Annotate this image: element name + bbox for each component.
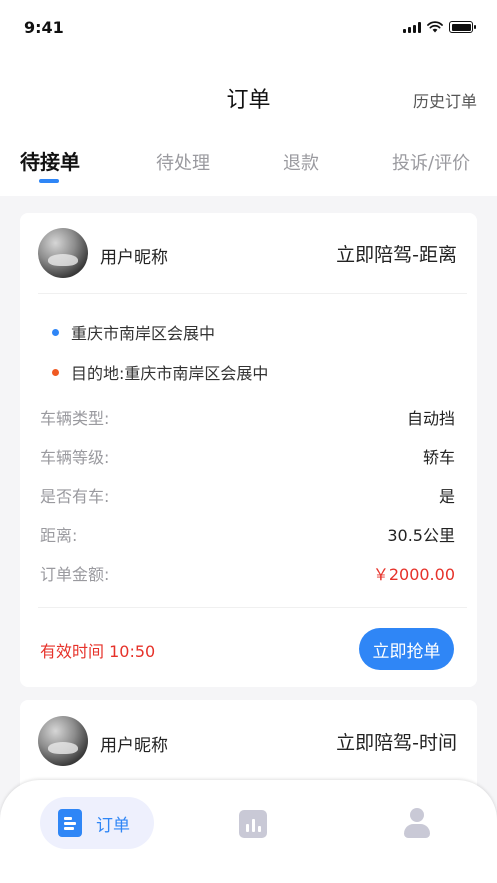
detail-label: 车辆等级: (40, 448, 110, 467)
divider (38, 293, 467, 294)
status-bar: 9:41 (0, 0, 497, 58)
user-nickname: 用户昵称 (100, 736, 168, 756)
service-type: 立即陪驾-距离 (336, 244, 457, 266)
tabbar-orders-label: 订单 (96, 815, 130, 836)
system-icons (403, 21, 476, 33)
detail-row-vehicle-level: 车辆等级: 轿车 (40, 444, 455, 468)
destination-text: 目的地:重庆市南岸区会展中 (71, 364, 269, 383)
detail-value: 自动挡 (406, 409, 455, 428)
order-list-icon (58, 809, 82, 837)
start-dot-icon (52, 328, 59, 336)
divider (38, 607, 467, 608)
tab-pending-accept[interactable]: 待接单 (20, 146, 80, 175)
tab-complaint-review[interactable]: 投诉/评价 (392, 149, 470, 175)
tabbar-item-orders[interactable]: 订单 (40, 797, 154, 849)
detail-value: 是 (438, 487, 455, 506)
grab-order-button[interactable]: 立即抢单 (359, 628, 454, 670)
history-orders-link[interactable]: 历史订单 (413, 88, 477, 112)
destination-address: 目的地:重庆市南岸区会展中 (52, 360, 268, 384)
bottom-tab-bar: 订单 (0, 780, 497, 883)
detail-label: 是否有车: (40, 487, 110, 506)
user-icon (410, 808, 424, 822)
tab-pending-process[interactable]: 待处理 (156, 149, 210, 175)
tabbar-item-profile[interactable] (404, 808, 430, 840)
user-nickname: 用户昵称 (100, 248, 168, 268)
detail-label: 车辆类型: (40, 409, 110, 428)
tabbar-item-statistics[interactable] (239, 810, 267, 838)
header: 9:41 订单 历史订单 待接单 待处理 退款 投诉/评价 (0, 0, 497, 196)
detail-value: 轿车 (422, 448, 455, 467)
wifi-icon (427, 21, 443, 33)
detail-row-distance: 距离: 30.5公里 (40, 522, 455, 546)
status-time: 9:41 (24, 18, 64, 37)
avatar (38, 228, 88, 278)
detail-value: 30.5公里 (387, 526, 455, 545)
order-tabs: 待接单 待处理 退款 投诉/评价 (0, 146, 497, 190)
detail-row-vehicle-type: 车辆类型: 自动挡 (40, 405, 455, 429)
signal-icon (403, 21, 421, 33)
detail-label: 距离: (40, 526, 78, 545)
tab-indicator (39, 179, 59, 183)
order-card[interactable]: 用户昵称 立即陪驾-距离 重庆市南岸区会展中 目的地:重庆市南岸区会展中 车辆类… (20, 213, 477, 687)
tab-refund[interactable]: 退款 (283, 149, 319, 175)
order-amount: ￥2000.00 (372, 565, 455, 584)
detail-label: 订单金额: (40, 565, 110, 584)
start-address-text: 重庆市南岸区会展中 (71, 324, 216, 343)
avatar (38, 716, 88, 766)
valid-time: 有效时间 10:50 (40, 642, 156, 661)
destination-dot-icon (52, 368, 59, 376)
detail-row-has-car: 是否有车: 是 (40, 483, 455, 507)
detail-row-amount: 订单金额: ￥2000.00 (40, 561, 455, 585)
battery-icon (449, 21, 476, 33)
start-address: 重庆市南岸区会展中 (52, 320, 215, 344)
service-type: 立即陪驾-时间 (336, 732, 457, 754)
